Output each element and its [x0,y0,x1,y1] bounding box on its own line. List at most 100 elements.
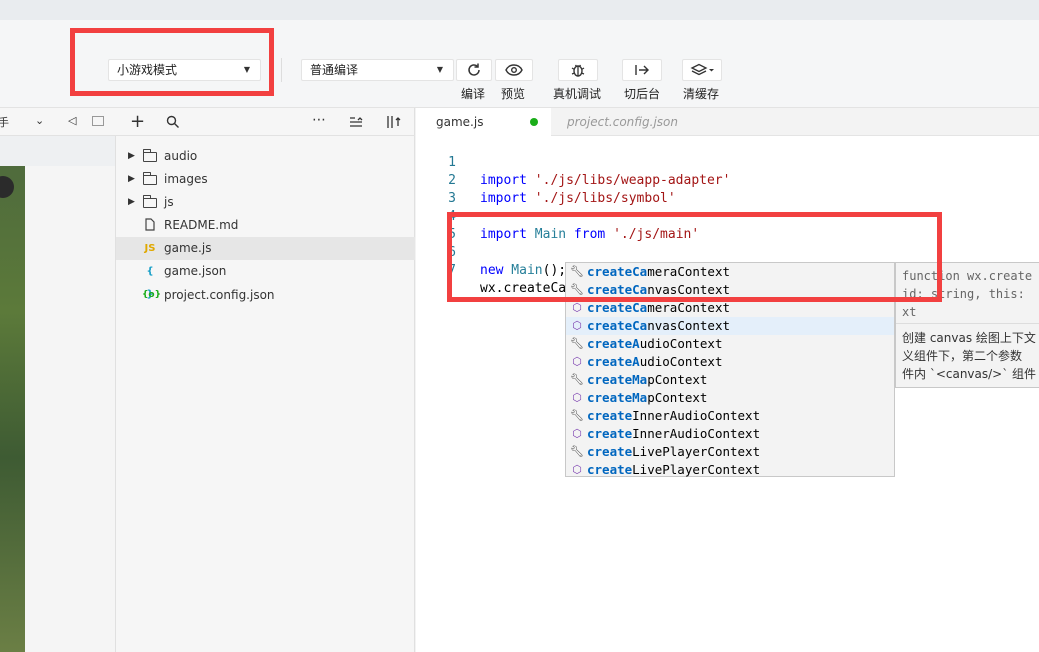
suggestion-match: createCa [587,300,648,315]
folder-icon [142,145,158,168]
suggestion-item[interactable]: ⬡ createMapContext [566,389,894,407]
suggestion-rest: udioContext [639,354,723,369]
search-icon[interactable] [166,115,180,129]
explorer-header: + ⋯ [116,108,415,136]
toolbar-divider [281,58,282,82]
tab-label: project.config.json [567,115,678,129]
tab-project-config[interactable]: project.config.json [567,108,678,136]
compile-label: 编译 [461,87,486,101]
simulator-panel: 手 ⌄ ◁ [0,108,116,652]
tree-file-game-js[interactable]: JS game.js [116,237,415,260]
compile-select[interactable]: 普通编译 ▼ [301,59,454,81]
compile-button[interactable] [456,59,492,81]
wrench-icon: 🔧︎ [570,409,584,422]
autocomplete-list[interactable]: 🔧︎ createCameraContext 🔧︎ createCanvasCont… [565,262,895,477]
add-file-icon[interactable]: + [130,111,145,132]
tree-item-label: README.md [164,218,239,232]
mode-select-value: 小游戏模式 [117,63,178,77]
suggestion-item[interactable]: 🔧︎ createInnerAudioContext [566,407,894,425]
collapse-all-icon[interactable] [349,116,363,128]
tree-file-game-json[interactable]: { } game.json [116,260,415,300]
clear-cache-button[interactable] [682,59,722,81]
suggestion-match: create [587,444,633,459]
suggestion-item[interactable]: 🔧︎ createCameraContext [566,263,894,281]
suggestion-item[interactable]: ⬡ createAudioContext [566,353,894,371]
suggestion-item[interactable]: 🔧︎ createAudioContext [566,335,894,353]
remote-debug-label: 真机调试 [553,87,602,101]
tree-folder-audio[interactable]: ▶ audio [116,145,415,168]
code-line: 3 [416,172,456,206]
code-text: wx.createCa [480,281,567,296]
toggle-panel-icon[interactable] [386,115,402,129]
switch-background-icon [635,65,649,75]
tab-game-js[interactable]: game.js [416,108,551,136]
code-string: './js/libs/symbol' [526,191,676,206]
suggestion-match: create [587,462,633,477]
window-tab-ghost [70,4,240,18]
tree-folder-js[interactable]: ▶ js [116,191,415,214]
code-keyword: import [480,191,527,206]
suggestion-match: createCa [587,282,648,297]
wrench-icon: 🔧︎ [570,373,584,386]
more-icon[interactable]: ⋯ [312,112,326,128]
tree-file-project-config[interactable]: {o} project.config.json [116,284,415,307]
remote-debug-button[interactable] [558,59,598,81]
suggestion-item[interactable]: ⬡ createCameraContext [566,299,894,317]
suggestion-rest: nvasContext [647,282,731,297]
tree-item-label: game.json [164,264,227,278]
tree-item-label: images [164,172,208,186]
suggestion-item[interactable]: 🔧︎ createLivePlayerContext [566,443,894,461]
suggestion-details: function wx.create id: string, this: xt … [895,262,1039,388]
suggestion-item[interactable]: ⬡ createLivePlayerContext [566,461,894,479]
simulator-screen[interactable] [0,166,25,652]
suggestion-match: createMa [587,390,648,405]
volume-icon[interactable]: ◁ [68,114,76,127]
title-bar [0,0,1039,20]
chevron-right-icon: ▶ [128,151,135,161]
tree-folder-images[interactable]: ▶ images [116,168,415,191]
suggestion-item-selected[interactable]: ⬡ createCanvasContext [566,317,894,335]
code-line: 5 [416,208,456,242]
chevron-down-icon[interactable]: ⌄ [35,114,44,127]
suggestion-item[interactable]: ⬡ createInnerAudioContext [566,425,894,443]
suggestion-match: createCa [587,318,648,333]
file-icon [142,214,158,237]
preview-button[interactable] [495,59,533,81]
compile-select-value: 普通编译 [310,63,359,77]
suggestion-match: create [587,426,633,441]
tree-item-label: game.js [164,241,212,255]
suggestion-rest: LivePlayerContext [632,462,761,477]
suggestion-item[interactable]: 🔧︎ createMapContext [566,371,894,389]
code-string: './js/libs/weapp-adapter' [526,173,731,188]
tree-file-readme[interactable]: README.md [116,214,415,237]
chevron-down-icon: ▼ [436,65,443,74]
suggestion-match: createCa [587,264,648,279]
code-keyword: new [480,263,504,278]
device-select-partial[interactable]: 手 [0,114,9,130]
window-icon[interactable] [92,116,104,126]
code-keyword: import [480,227,527,242]
folder-icon [142,191,158,214]
suggestion-match: createA [587,336,640,351]
tree-item-label: project.config.json [164,288,275,302]
switch-background-button[interactable] [622,59,662,81]
mode-select[interactable]: 小游戏模式 ▼ [108,59,261,81]
cube-icon: ⬡ [572,355,582,368]
folder-icon [142,168,158,191]
suggestion-match: create [587,408,633,423]
code-line: 1 import './js/libs/weapp-adapter' [416,136,730,188]
suggestion-rest: meraContext [647,264,731,279]
preview-label: 预览 [501,87,526,101]
editor-tabs: game.js project.config.json [416,108,1039,136]
refresh-icon [468,63,480,76]
cube-icon: ⬡ [572,427,582,440]
switch-background-label: 切后台 [624,87,661,101]
code-line: 4 import Main from './js/main' [416,190,699,242]
chevron-right-icon: ▶ [128,174,135,184]
bug-icon [571,64,585,77]
tree-item-label: audio [164,149,198,163]
file-explorer: + ⋯ ▶ audio ▶ images ▶ js README.md JS g… [116,108,415,652]
suggestion-rest: LivePlayerContext [632,444,761,459]
suggestion-item[interactable]: 🔧︎ createCanvasContext [566,281,894,299]
cube-icon: ⬡ [572,301,582,314]
